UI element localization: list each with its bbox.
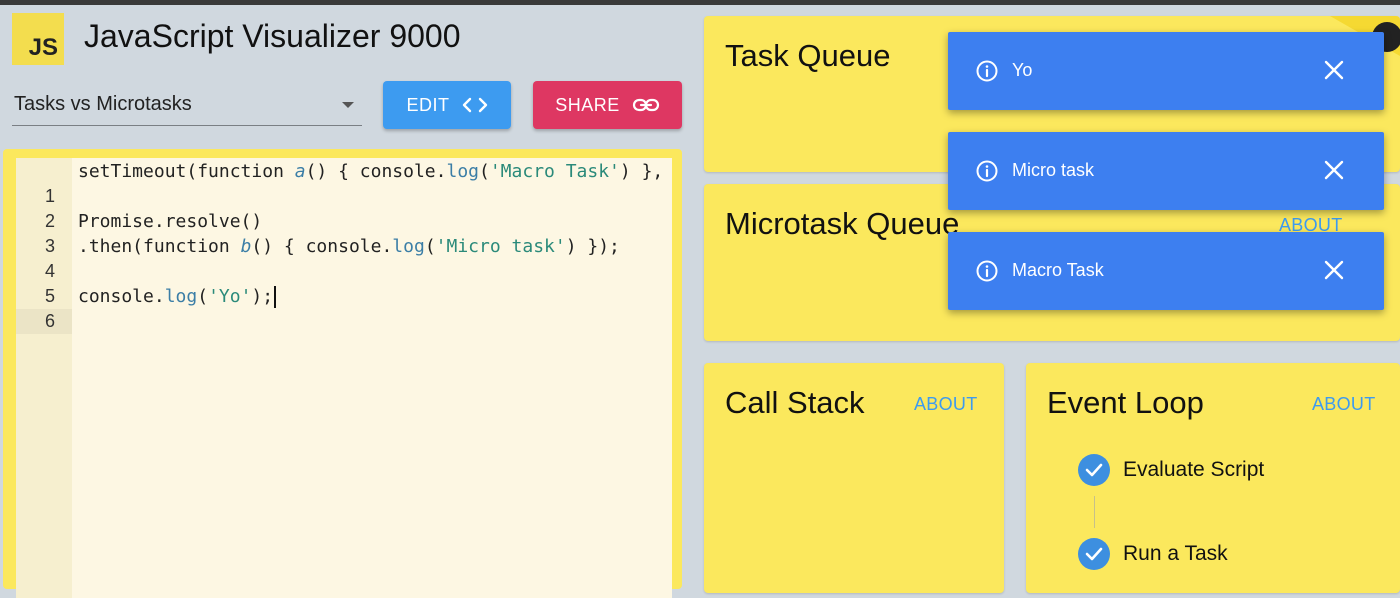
event-loop-panel: Event Loop ABOUT Evaluate Script Run a T…: [1026, 363, 1400, 593]
code-text: Promise.resolve(): [78, 211, 263, 232]
edit-button[interactable]: EDIT: [383, 81, 511, 129]
code-text: .then(function b() { console.log('Micro …: [78, 236, 620, 257]
text-cursor: [274, 286, 277, 308]
line-number: 6: [16, 309, 72, 334]
code-editor[interactable]: 1 setTimeout(function a() { console.log(…: [16, 158, 672, 598]
example-select-value: Tasks vs Microtasks: [14, 93, 192, 115]
code-line[interactable]: 4 .then(function b() { console.log('Micr…: [16, 234, 672, 281]
event-loop-title: Event Loop: [1047, 385, 1204, 420]
toast-notification: Macro Task: [948, 232, 1384, 310]
call-stack-panel: Call Stack ABOUT: [704, 363, 1004, 593]
share-button-label: SHARE: [555, 94, 620, 115]
edit-button-label: EDIT: [406, 94, 450, 115]
step-label: Run a Task: [1123, 542, 1228, 565]
code-line[interactable]: 3 Promise.resolve(): [16, 209, 672, 256]
close-icon[interactable]: [1324, 260, 1344, 285]
event-loop-about-link[interactable]: ABOUT: [1312, 394, 1376, 415]
info-icon: [976, 160, 998, 187]
toast-message: Macro Task: [1012, 260, 1104, 280]
code-line[interactable]: 2: [16, 184, 672, 231]
code-editor-panel: 1 setTimeout(function a() { console.log(…: [3, 149, 682, 598]
toast-message: Yo: [1012, 60, 1033, 80]
code-text: setTimeout(function a() { console.log('M…: [78, 161, 664, 182]
step-label: Evaluate Script: [1123, 458, 1265, 481]
code-line[interactable]: 1 setTimeout(function a() { console.log(…: [16, 159, 672, 206]
link-icon: [632, 97, 660, 113]
toast-notification: Micro task: [948, 132, 1384, 210]
code-line-active[interactable]: 6 console.log('Yo');: [16, 284, 672, 334]
toast-message: Micro task: [1012, 160, 1095, 180]
close-icon[interactable]: [1324, 60, 1344, 85]
event-loop-step: Evaluate Script: [1078, 454, 1264, 486]
dropdown-caret-icon: [342, 102, 354, 108]
app-title: JavaScript Visualizer 9000: [84, 18, 461, 54]
check-circle-icon: [1078, 538, 1110, 570]
code-brackets-icon: [462, 96, 488, 114]
step-connector: [1094, 496, 1095, 528]
check-circle-icon: [1078, 454, 1110, 486]
info-icon: [976, 260, 998, 287]
close-icon[interactable]: [1324, 160, 1344, 185]
event-loop-step: Run a Task: [1078, 538, 1228, 570]
code-line[interactable]: 5: [16, 259, 672, 306]
microtask-queue-title: Microtask Queue: [725, 206, 960, 241]
example-select[interactable]: Tasks vs Microtasks: [12, 84, 362, 126]
toast-notification: Yo: [948, 32, 1384, 110]
window-top-border: [0, 0, 1400, 5]
call-stack-about-link[interactable]: ABOUT: [914, 394, 978, 415]
info-icon: [976, 60, 998, 87]
js-logo: JS: [12, 13, 64, 65]
share-button[interactable]: SHARE: [533, 81, 682, 129]
code-text: console.log('Yo');: [78, 284, 277, 309]
task-queue-title: Task Queue: [725, 38, 891, 73]
call-stack-title: Call Stack: [725, 385, 865, 420]
